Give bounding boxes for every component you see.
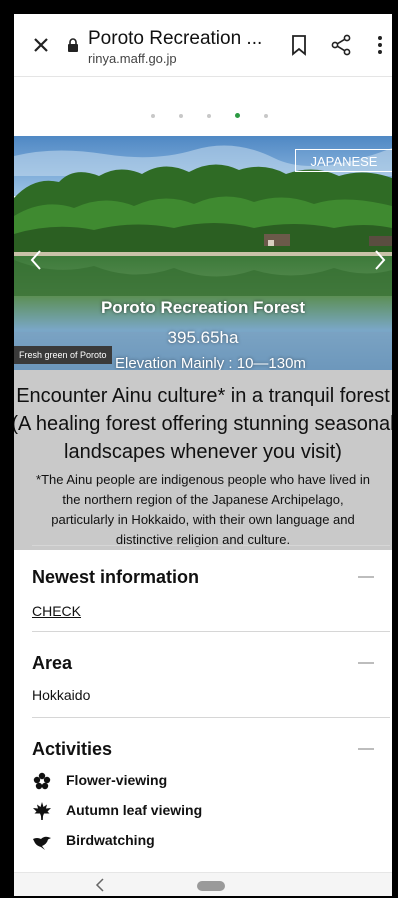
footnote-line: *The Ainu people are indigenous people w…: [36, 472, 370, 487]
chevron-left-icon[interactable]: [28, 248, 44, 272]
intro-lead-line: landscapes whenever you visit): [64, 441, 342, 463]
phone-screen: Poroto Recreation ... rinya.maff.go.jp J…: [14, 14, 392, 896]
activity-label: Flower-viewing: [66, 772, 168, 788]
hero-title: Poroto Recreation Forest: [100, 298, 306, 317]
page-url[interactable]: rinya.maff.go.jp: [88, 51, 177, 66]
bird-icon: [33, 836, 51, 850]
hero-area: 395.65ha: [167, 328, 239, 347]
home-button[interactable]: [197, 881, 225, 891]
more-options-icon[interactable]: [373, 32, 387, 58]
flower-icon: [33, 772, 51, 790]
section-heading: Newest information: [32, 567, 200, 587]
footnote-line: distinctive religion and culture.: [115, 532, 291, 547]
activity-label: Autumn leaf viewing: [66, 802, 203, 818]
carousel-dot[interactable]: [151, 114, 155, 118]
area-value: Hokkaido: [32, 687, 91, 703]
section-newest-information[interactable]: Newest information CHECK: [32, 567, 390, 627]
chevron-right-icon[interactable]: [372, 248, 388, 272]
section-heading: Activities: [32, 739, 113, 759]
intro-lead-line: Encounter Ainu culture* in a tranquil fo…: [16, 385, 390, 407]
back-icon[interactable]: [94, 877, 106, 893]
lock-icon: [68, 38, 78, 52]
collapse-icon[interactable]: [358, 748, 374, 750]
divider: [32, 631, 390, 632]
ainu-footnote: *The Ainu people are indigenous people w…: [14, 470, 392, 550]
collapse-icon[interactable]: [358, 662, 374, 664]
carousel-indicator: [14, 110, 392, 122]
check-link[interactable]: CHECK: [32, 603, 81, 619]
japanese-language-button[interactable]: JAPANESE: [295, 149, 392, 172]
browser-toolbar: Poroto Recreation ... rinya.maff.go.jp: [14, 14, 392, 77]
page-title: Poroto Recreation ...: [88, 28, 263, 49]
section-activities[interactable]: Activities Flower-viewing Autumn leaf vi…: [32, 739, 390, 869]
footnote-line: particularly in Hokkaido, with their own…: [51, 512, 355, 527]
intro-lead-line: (A healing forest offering stunning seas…: [14, 413, 392, 435]
hero-elevation: Elevation Mainly : 10—130m: [115, 355, 306, 370]
bookmark-icon[interactable]: [289, 34, 309, 56]
maple-leaf-icon: [33, 802, 51, 820]
activity-label: Birdwatching: [66, 832, 155, 848]
share-icon[interactable]: [329, 33, 353, 57]
collapse-icon[interactable]: [358, 576, 374, 578]
intro-lead: Encounter Ainu culture* in a tranquil fo…: [14, 382, 392, 466]
intro-block: Encounter Ainu culture* in a tranquil fo…: [14, 370, 392, 550]
carousel-dot-active[interactable]: [235, 113, 240, 118]
divider: [32, 717, 390, 718]
divider: [32, 545, 390, 546]
footnote-line: the northern region of the Japanese Arch…: [62, 492, 344, 507]
carousel-dot[interactable]: [264, 114, 268, 118]
carousel-dot[interactable]: [179, 114, 183, 118]
section-area[interactable]: Area Hokkaido: [32, 653, 390, 713]
carousel-dot[interactable]: [207, 114, 211, 118]
system-navigation-bar: [14, 872, 392, 896]
section-heading: Area: [32, 653, 73, 673]
close-icon[interactable]: [28, 32, 54, 58]
hero-slide: JAPANESE Poroto Recreation Forest 395.65…: [14, 136, 392, 370]
photo-caption: Fresh green of Poroto: [14, 346, 112, 364]
